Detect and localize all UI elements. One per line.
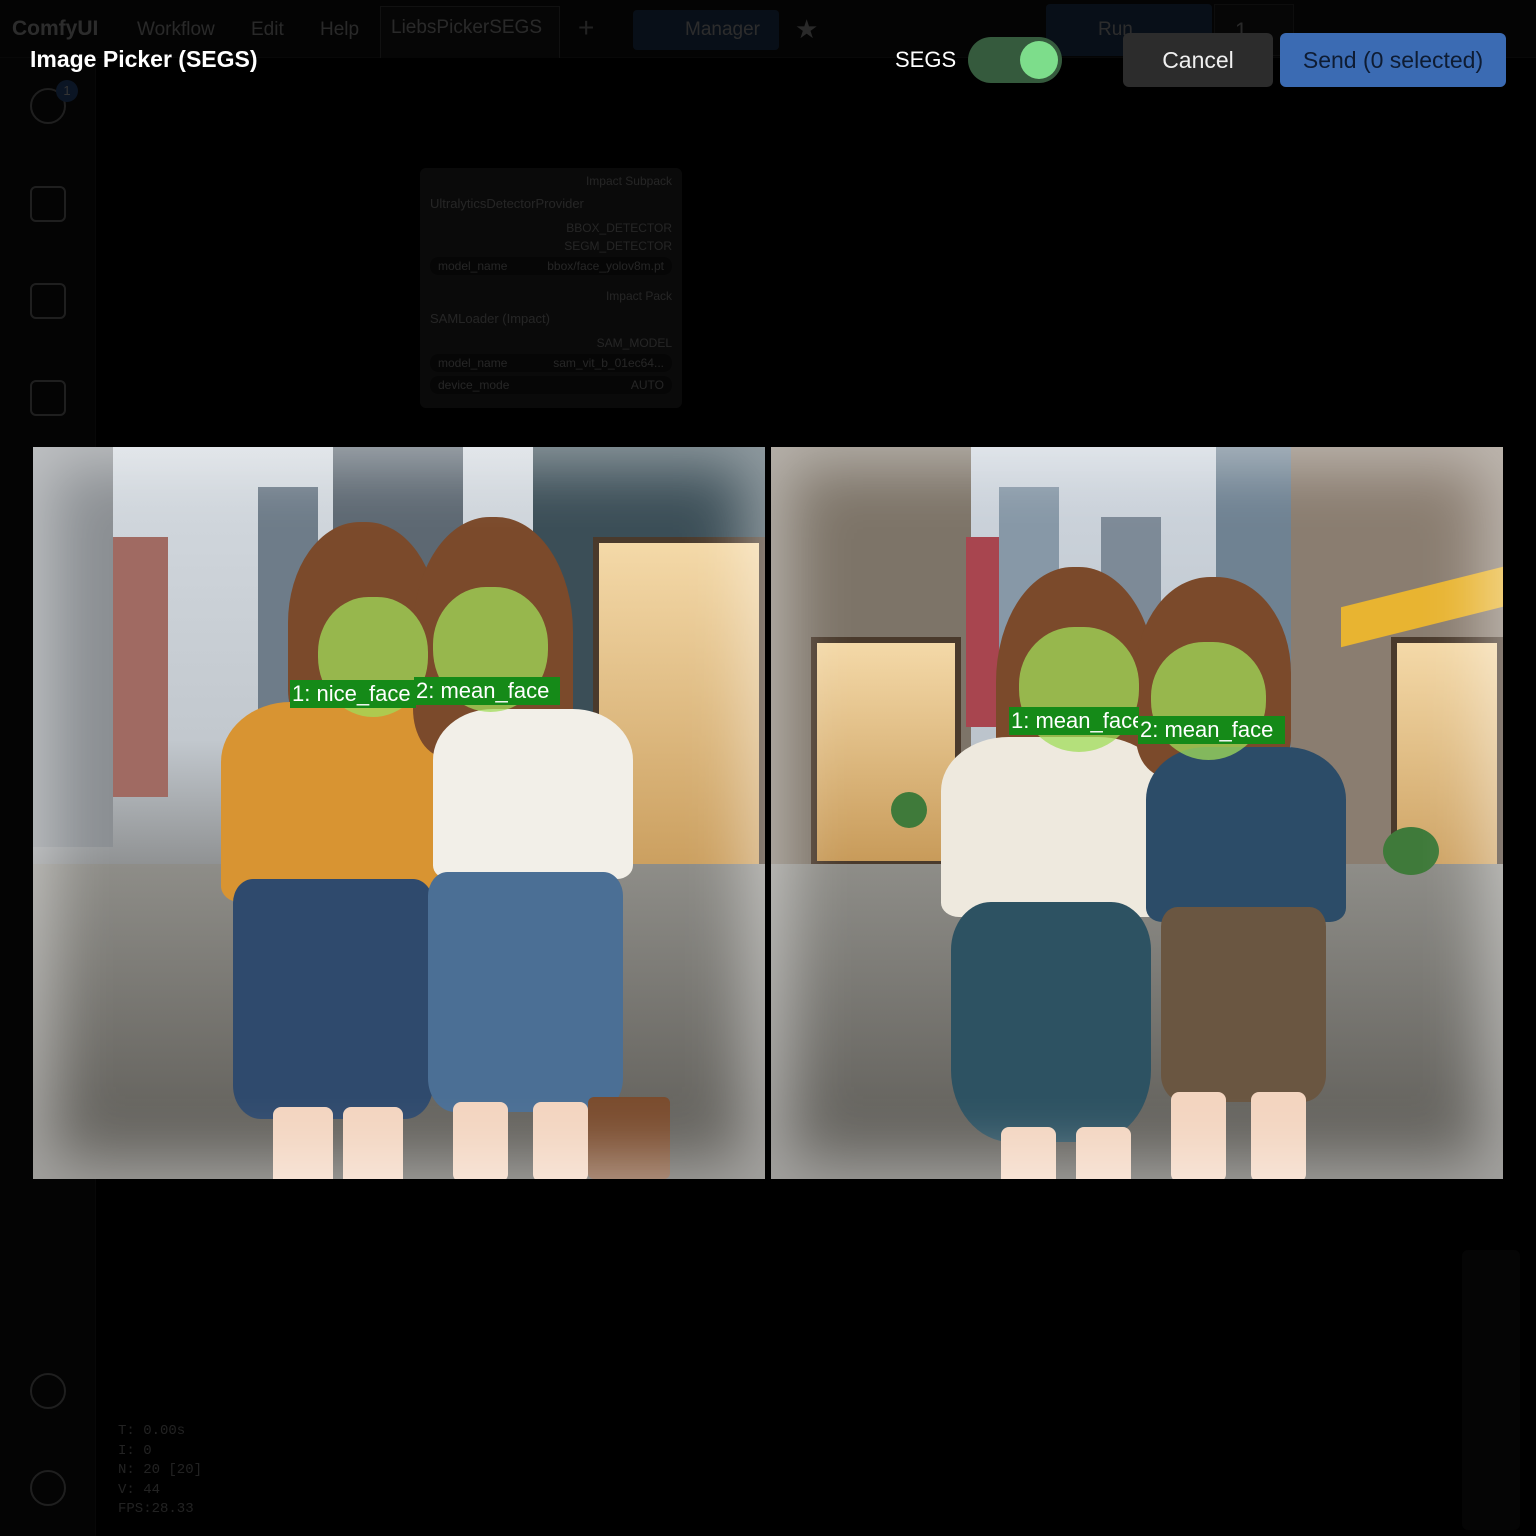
segment-label[interactable]: 1: nice_face	[290, 680, 416, 708]
widget-value[interactable]: sam_vit_b_01ec64...	[553, 356, 664, 370]
toggle-knob	[1020, 41, 1058, 79]
history-icon[interactable]	[30, 88, 66, 124]
send-button[interactable]: Send (0 selected)	[1280, 33, 1506, 87]
folder-icon[interactable]	[30, 380, 66, 416]
image-card-1[interactable]: 1: nice_face 2: mean_face	[33, 447, 765, 1179]
cube-icon[interactable]	[30, 283, 66, 319]
stat-line: I: 0	[118, 1442, 152, 1459]
queue-badge: 1	[56, 80, 78, 102]
segs-toggle[interactable]	[968, 37, 1062, 83]
new-tab-icon[interactable]: +	[578, 12, 594, 44]
stat-line: T: 0.00s	[118, 1423, 186, 1439]
node-ultralytics[interactable]: Impact Subpack UltralyticsDetectorProvid…	[420, 168, 682, 293]
stat-line: N: 20 [20]	[118, 1462, 203, 1478]
render-stats: T: 0.00s I: 0 N: 20 [20] V: 44 FPS:28.33	[118, 1422, 202, 1520]
gear-icon[interactable]	[30, 1470, 66, 1506]
node-group-label: Impact Pack	[605, 289, 672, 303]
workflow-tab[interactable]: LiebsPickerSEGS	[380, 6, 560, 58]
segment-label[interactable]: 2: mean_face	[414, 677, 560, 705]
node-samloader[interactable]: Impact Pack SAMLoader (Impact) SAM_MODEL…	[420, 283, 682, 408]
stat-line: V: 44	[118, 1481, 161, 1498]
star-icon[interactable]: ★	[795, 14, 818, 45]
menu-help[interactable]: Help	[320, 19, 359, 41]
stat-line: FPS:28.33	[118, 1501, 194, 1517]
widget-name: device_mode	[438, 378, 510, 392]
image-card-2[interactable]: 1: mean_face 2: mean_face	[771, 447, 1503, 1179]
moon-icon[interactable]	[30, 1373, 66, 1409]
node-output: SEGM_DETECTOR	[564, 239, 672, 253]
cancel-button[interactable]: Cancel	[1123, 33, 1273, 87]
picker-title: Image Picker (SEGS)	[30, 46, 258, 72]
node-group-label: Impact Subpack	[585, 174, 672, 188]
segment-label[interactable]: 2: mean_face	[1138, 716, 1285, 744]
app-logo: ComfyUI	[12, 17, 99, 40]
widget-value[interactable]: bbox/face_yolov8m.pt	[547, 259, 664, 273]
node-output: BBOX_DETECTOR	[566, 221, 672, 235]
document-icon[interactable]	[30, 186, 66, 222]
node-output: SAM_MODEL	[596, 336, 672, 350]
widget-value[interactable]: AUTO	[631, 378, 664, 392]
node-title: SAMLoader (Impact)	[430, 311, 550, 326]
manager-button[interactable]: Manager	[633, 10, 779, 50]
widget-name: model_name	[438, 259, 508, 273]
segment-label[interactable]: 1: mean_face	[1009, 707, 1139, 735]
widget-name: model_name	[438, 356, 508, 370]
menu-workflow[interactable]: Workflow	[137, 19, 215, 41]
segs-toggle-label: SEGS	[895, 47, 957, 72]
menu-edit[interactable]: Edit	[251, 19, 284, 41]
node-title: UltralyticsDetectorProvider	[430, 196, 584, 211]
canvas-controls	[1462, 1250, 1520, 1530]
